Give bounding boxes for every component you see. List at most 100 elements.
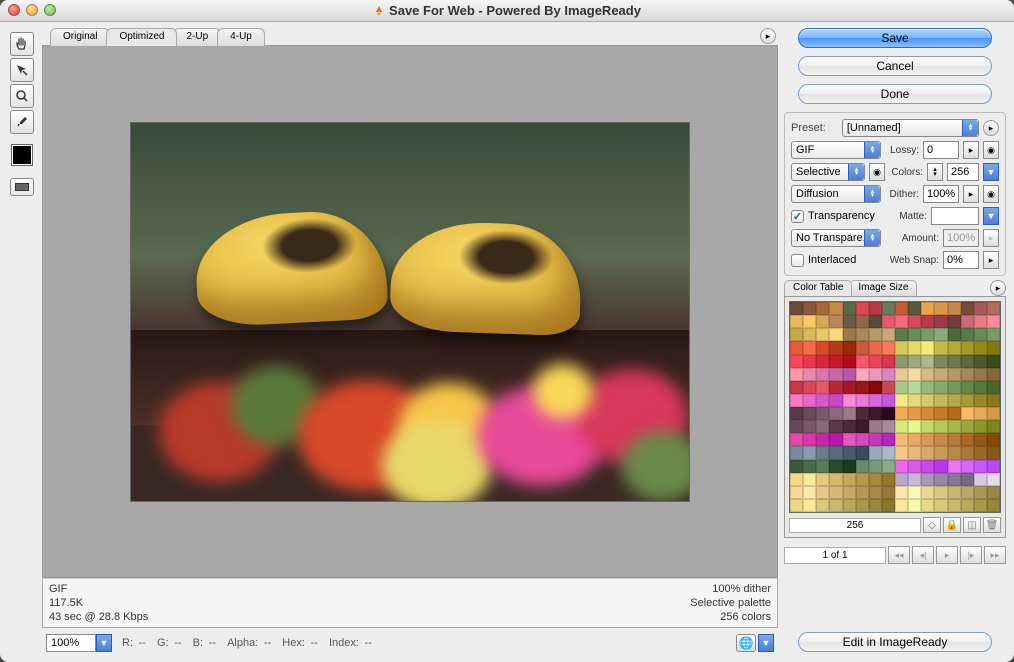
matte-dropdown-button[interactable]: ▼: [983, 207, 999, 225]
color-swatch[interactable]: [948, 368, 961, 381]
eyedropper-tool[interactable]: [10, 110, 34, 134]
eyedropper-color-swatch[interactable]: [11, 144, 33, 166]
preview-in-browser-button[interactable]: 🌐: [736, 634, 756, 652]
color-swatch[interactable]: [934, 355, 947, 368]
color-swatch[interactable]: [921, 315, 934, 328]
color-swatch[interactable]: [882, 355, 895, 368]
color-swatch[interactable]: [908, 460, 921, 473]
color-swatch[interactable]: [974, 394, 987, 407]
color-table-menu-button[interactable]: ▸: [990, 280, 1006, 296]
color-swatch[interactable]: [895, 394, 908, 407]
color-swatch[interactable]: [790, 446, 803, 459]
color-swatch[interactable]: [908, 302, 921, 315]
color-swatch[interactable]: [869, 328, 882, 341]
color-swatch[interactable]: [816, 394, 829, 407]
color-swatch[interactable]: [974, 446, 987, 459]
color-swatch[interactable]: [934, 433, 947, 446]
color-swatch[interactable]: [856, 368, 869, 381]
color-swatch[interactable]: [843, 341, 856, 354]
color-swatch[interactable]: [987, 315, 1000, 328]
color-swatch[interactable]: [921, 368, 934, 381]
interlaced-checkbox[interactable]: [791, 254, 804, 267]
color-swatch[interactable]: [816, 341, 829, 354]
zoom-dropdown-button[interactable]: ▼: [96, 634, 112, 652]
color-swatch[interactable]: [895, 341, 908, 354]
color-swatch[interactable]: [829, 460, 842, 473]
color-swatch[interactable]: [895, 486, 908, 499]
color-swatch[interactable]: [987, 407, 1000, 420]
color-swatch[interactable]: [882, 473, 895, 486]
color-swatch[interactable]: [816, 302, 829, 315]
color-swatch[interactable]: [987, 302, 1000, 315]
lock-color-button[interactable]: 🔒: [943, 517, 961, 533]
dither-input[interactable]: 100%: [923, 185, 959, 203]
color-swatch[interactable]: [895, 315, 908, 328]
color-swatch[interactable]: [790, 368, 803, 381]
color-swatch[interactable]: [987, 473, 1000, 486]
color-swatch[interactable]: [974, 368, 987, 381]
color-swatch[interactable]: [908, 328, 921, 341]
color-swatch[interactable]: [948, 473, 961, 486]
color-swatch[interactable]: [829, 486, 842, 499]
color-swatch[interactable]: [790, 315, 803, 328]
color-swatch[interactable]: [829, 420, 842, 433]
color-swatch[interactable]: [921, 328, 934, 341]
color-swatch[interactable]: [790, 460, 803, 473]
color-swatch[interactable]: [803, 407, 816, 420]
color-table-grid[interactable]: [789, 301, 1001, 513]
color-swatch[interactable]: [816, 486, 829, 499]
color-swatch[interactable]: [803, 433, 816, 446]
cancel-button[interactable]: Cancel: [798, 56, 992, 76]
color-swatch[interactable]: [829, 315, 842, 328]
color-swatch[interactable]: [908, 473, 921, 486]
color-swatch[interactable]: [803, 302, 816, 315]
slice-select-tool[interactable]: [10, 58, 34, 82]
color-swatch[interactable]: [816, 328, 829, 341]
color-swatch[interactable]: [843, 420, 856, 433]
color-swatch[interactable]: [934, 315, 947, 328]
color-swatch[interactable]: [948, 341, 961, 354]
color-swatch[interactable]: [869, 355, 882, 368]
color-swatch[interactable]: [869, 368, 882, 381]
reduction-mask-button[interactable]: ◉: [869, 163, 885, 181]
color-swatch[interactable]: [869, 341, 882, 354]
color-swatch[interactable]: [803, 460, 816, 473]
color-swatch[interactable]: [987, 433, 1000, 446]
color-swatch[interactable]: [829, 394, 842, 407]
color-swatch[interactable]: [843, 302, 856, 315]
color-swatch[interactable]: [856, 381, 869, 394]
color-swatch[interactable]: [974, 341, 987, 354]
color-swatch[interactable]: [961, 394, 974, 407]
color-swatch[interactable]: [895, 446, 908, 459]
websnap-input[interactable]: 0%: [943, 251, 979, 269]
color-swatch[interactable]: [843, 368, 856, 381]
color-swatch[interactable]: [816, 407, 829, 420]
hand-tool[interactable]: [10, 32, 34, 56]
color-swatch[interactable]: [934, 407, 947, 420]
color-swatch[interactable]: [816, 433, 829, 446]
color-reduction-popup[interactable]: Selective▴▾: [791, 163, 865, 181]
color-swatch[interactable]: [974, 433, 987, 446]
color-swatch[interactable]: [856, 499, 869, 512]
color-swatch[interactable]: [803, 355, 816, 368]
color-swatch[interactable]: [869, 420, 882, 433]
color-swatch[interactable]: [921, 302, 934, 315]
color-swatch[interactable]: [843, 394, 856, 407]
color-swatch[interactable]: [829, 328, 842, 341]
color-swatch[interactable]: [948, 460, 961, 473]
color-swatch[interactable]: [895, 420, 908, 433]
tab-optimized[interactable]: Optimized: [106, 28, 177, 46]
color-swatch[interactable]: [921, 433, 934, 446]
snap-to-web-button[interactable]: ◇: [923, 517, 941, 533]
color-swatch[interactable]: [790, 355, 803, 368]
next-frame-button[interactable]: |▸: [960, 546, 982, 564]
color-swatch[interactable]: [803, 446, 816, 459]
color-swatch[interactable]: [961, 433, 974, 446]
color-swatch[interactable]: [882, 394, 895, 407]
zoom-level-select[interactable]: ▼: [46, 634, 112, 652]
colors-input[interactable]: 256: [947, 163, 979, 181]
color-swatch[interactable]: [816, 368, 829, 381]
color-swatch[interactable]: [803, 394, 816, 407]
color-swatch[interactable]: [829, 381, 842, 394]
color-swatch[interactable]: [829, 341, 842, 354]
